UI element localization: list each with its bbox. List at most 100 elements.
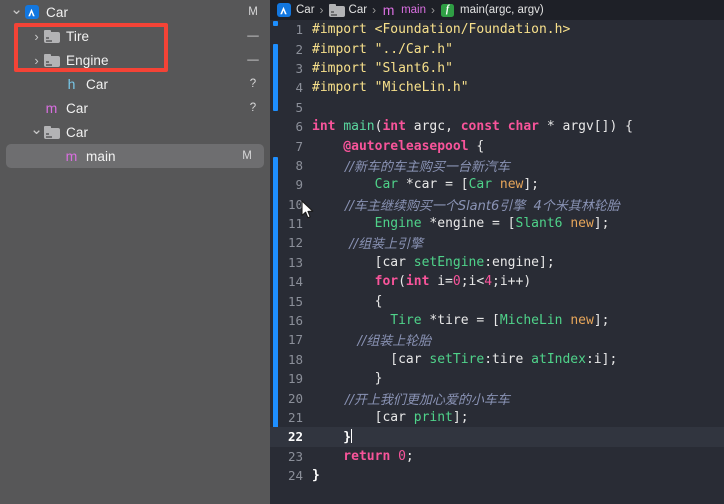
chevron-right-icon[interactable]: › bbox=[30, 30, 43, 43]
line-number: 1 bbox=[295, 22, 303, 38]
folder-icon bbox=[43, 28, 60, 45]
xcode-window: ⌄ Car M › Tire — › Engine — h Car? m Car? ⌄ Car m main M … bbox=[0, 0, 724, 504]
code-line[interactable]: 11 Engine *engine = [Slant6 new]; bbox=[270, 214, 724, 233]
code-line[interactable]: 1 #import <Foundation/Foundation.h> bbox=[270, 20, 724, 39]
code-line[interactable]: 21 [car print]; bbox=[270, 408, 724, 427]
line-text[interactable]: } bbox=[312, 468, 724, 483]
code-line[interactable]: 15 { bbox=[270, 291, 724, 310]
line-text[interactable]: //组装上轮胎 bbox=[312, 330, 724, 349]
line-text[interactable]: } bbox=[312, 428, 724, 445]
code-line[interactable]: 7 @autoreleasepool { bbox=[270, 136, 724, 155]
code-token: //新车的车主购买一台新汽车 bbox=[312, 159, 510, 175]
code-line[interactable]: 9 Car *car = [Car new]; bbox=[270, 175, 724, 194]
code-line[interactable]: 19 } bbox=[270, 369, 724, 388]
navigator-row-car-3[interactable]: h Car? bbox=[0, 72, 270, 96]
line-number: 13 bbox=[287, 254, 303, 270]
line-text[interactable]: Car *car = [Car new]; bbox=[312, 177, 724, 192]
line-text[interactable]: int main(int argc, const char * argv[]) … bbox=[312, 119, 724, 134]
code-line[interactable]: 20 //开上我们更加心爱的小车车 bbox=[270, 388, 724, 408]
code-line[interactable]: 22 } bbox=[270, 427, 724, 447]
chevron-down-icon[interactable]: ⌄ bbox=[10, 2, 23, 17]
line-text[interactable]: [car setEngine:engine]; bbox=[312, 255, 724, 270]
code-area[interactable]: 1 #import <Foundation/Foundation.h> 2 #impo… bbox=[270, 20, 724, 504]
xcode-project-icon bbox=[276, 2, 291, 19]
project-navigator-sidebar[interactable]: ⌄ Car M › Tire — › Engine — h Car? m Car? ⌄ Car m main M bbox=[0, 0, 270, 504]
line-text[interactable]: #import "../Car.h" bbox=[312, 42, 724, 57]
code-line[interactable]: 3 #import "Slant6.h" bbox=[270, 59, 724, 78]
code-line[interactable]: 18 [car setTire:tire atIndex:i]; bbox=[270, 350, 724, 369]
line-text[interactable]: Tire *tire = [MicheLin new]; bbox=[312, 313, 724, 328]
project-navigator-list[interactable]: ⌄ Car M › Tire — › Engine — h Car? m Car? ⌄ Car m main M bbox=[0, 0, 270, 168]
breadcrumb-item-label: main(argc, argv) bbox=[460, 4, 544, 16]
line-text[interactable]: #import "Slant6.h" bbox=[312, 61, 724, 76]
code-line[interactable]: 2 #import "../Car.h" bbox=[270, 39, 724, 58]
navigator-row-car-4[interactable]: m Car? bbox=[0, 96, 270, 120]
code-token: int bbox=[382, 119, 414, 135]
breadcrumb-item-label: main bbox=[401, 4, 426, 16]
line-text[interactable]: //开上我们更加心爱的小车车 bbox=[312, 389, 724, 408]
line-text[interactable]: Engine *engine = [Slant6 new]; bbox=[312, 216, 724, 231]
code-line[interactable]: 5 bbox=[270, 98, 724, 117]
code-line[interactable]: 14 for(int i=0;i<4;i++) bbox=[270, 272, 724, 291]
code-line[interactable]: 16 Tire *tire = [MicheLin new]; bbox=[270, 311, 724, 330]
line-text[interactable]: #import "MicheLin.h" bbox=[312, 80, 724, 95]
code-line[interactable]: 24} bbox=[270, 466, 724, 485]
code-token: #import bbox=[312, 60, 375, 76]
code-line[interactable]: 4 #import "MicheLin.h" bbox=[270, 78, 724, 97]
navigator-row-engine-2[interactable]: › Engine — bbox=[0, 48, 270, 72]
code-token: //开上我们更加心爱的小车车 bbox=[312, 392, 510, 408]
code-token: ]; bbox=[523, 177, 540, 193]
line-text[interactable]: #import <Foundation/Foundation.h> bbox=[312, 22, 724, 37]
breadcrumb-item-2[interactable]: m main bbox=[381, 2, 426, 19]
line-number: 5 bbox=[295, 99, 303, 115]
code-lines[interactable]: 1 #import <Foundation/Foundation.h> 2 #impo… bbox=[270, 20, 724, 485]
navigator-row-car-0[interactable]: ⌄ Car M bbox=[0, 0, 270, 24]
code-line[interactable]: 6 int main(int argc, const char * argv[])… bbox=[270, 117, 724, 136]
line-text[interactable]: [car print]; bbox=[312, 410, 724, 425]
code-line[interactable]: 8 //新车的车主购买一台新汽车 bbox=[270, 156, 724, 175]
chevron-right-icon[interactable]: › bbox=[30, 54, 43, 67]
code-line[interactable]: 13 [car setEngine:engine]; bbox=[270, 253, 724, 272]
code-token: [car bbox=[312, 254, 414, 270]
line-text[interactable]: @autoreleasepool { bbox=[312, 139, 724, 154]
code-token: "../Car.h" bbox=[374, 41, 453, 57]
line-number: 18 bbox=[287, 351, 303, 367]
source-editor[interactable]: Car › Car › m main › f main(argc, argv) 1 #import… bbox=[270, 0, 724, 504]
line-text[interactable]: //车主继续购买一个Slant6引擎 4个米其林轮胎 bbox=[312, 195, 724, 214]
line-text[interactable]: return 0; bbox=[312, 449, 724, 464]
code-line[interactable]: 10 //车主继续购买一个Slant6引擎 4个米其林轮胎 bbox=[270, 195, 724, 214]
breadcrumb[interactable]: Car › Car › m main › f main(argc, argv) bbox=[270, 0, 724, 20]
line-text[interactable]: //组装上引擎 bbox=[312, 233, 724, 252]
m-file-icon: m bbox=[65, 148, 78, 164]
line-text[interactable]: { bbox=[312, 294, 724, 309]
code-token: char bbox=[507, 119, 547, 135]
navigator-row-car-5[interactable]: ⌄ Car bbox=[0, 120, 270, 144]
navigator-row-label: Engine bbox=[66, 52, 109, 68]
chevron-down-icon[interactable]: ⌄ bbox=[30, 122, 43, 137]
breadcrumb-item-0[interactable]: Car bbox=[276, 2, 315, 19]
code-line[interactable]: 12 //组装上引擎 bbox=[270, 233, 724, 252]
code-token: } bbox=[312, 429, 352, 445]
breadcrumb-item-3[interactable]: f main(argc, argv) bbox=[440, 2, 544, 19]
line-number: 8 bbox=[295, 157, 303, 173]
code-token: 0 bbox=[452, 274, 461, 290]
navigator-row-tire-1[interactable]: › Tire — bbox=[0, 24, 270, 48]
line-text[interactable]: } bbox=[312, 371, 724, 386]
line-text[interactable]: //新车的车主购买一台新汽车 bbox=[312, 156, 724, 175]
code-token: } bbox=[312, 468, 320, 484]
code-token: Engine bbox=[374, 216, 422, 232]
text-caret bbox=[351, 428, 353, 443]
breadcrumb-item-1[interactable]: Car bbox=[328, 2, 367, 19]
code-token: <Foundation/Foundation.h> bbox=[374, 22, 571, 38]
code-token: ]; bbox=[593, 313, 610, 329]
code-line[interactable]: 17 //组装上轮胎 bbox=[270, 330, 724, 349]
code-token: [car bbox=[312, 351, 430, 367]
code-token: int bbox=[405, 274, 430, 290]
code-line[interactable]: 23 return 0; bbox=[270, 447, 724, 466]
line-text[interactable]: for(int i=0;i<4;i++) bbox=[312, 274, 724, 289]
navigator-row-main-6[interactable]: m main M bbox=[6, 144, 264, 168]
code-token: Car bbox=[374, 177, 399, 193]
line-text[interactable]: [car setTire:tire atIndex:i]; bbox=[312, 352, 724, 367]
